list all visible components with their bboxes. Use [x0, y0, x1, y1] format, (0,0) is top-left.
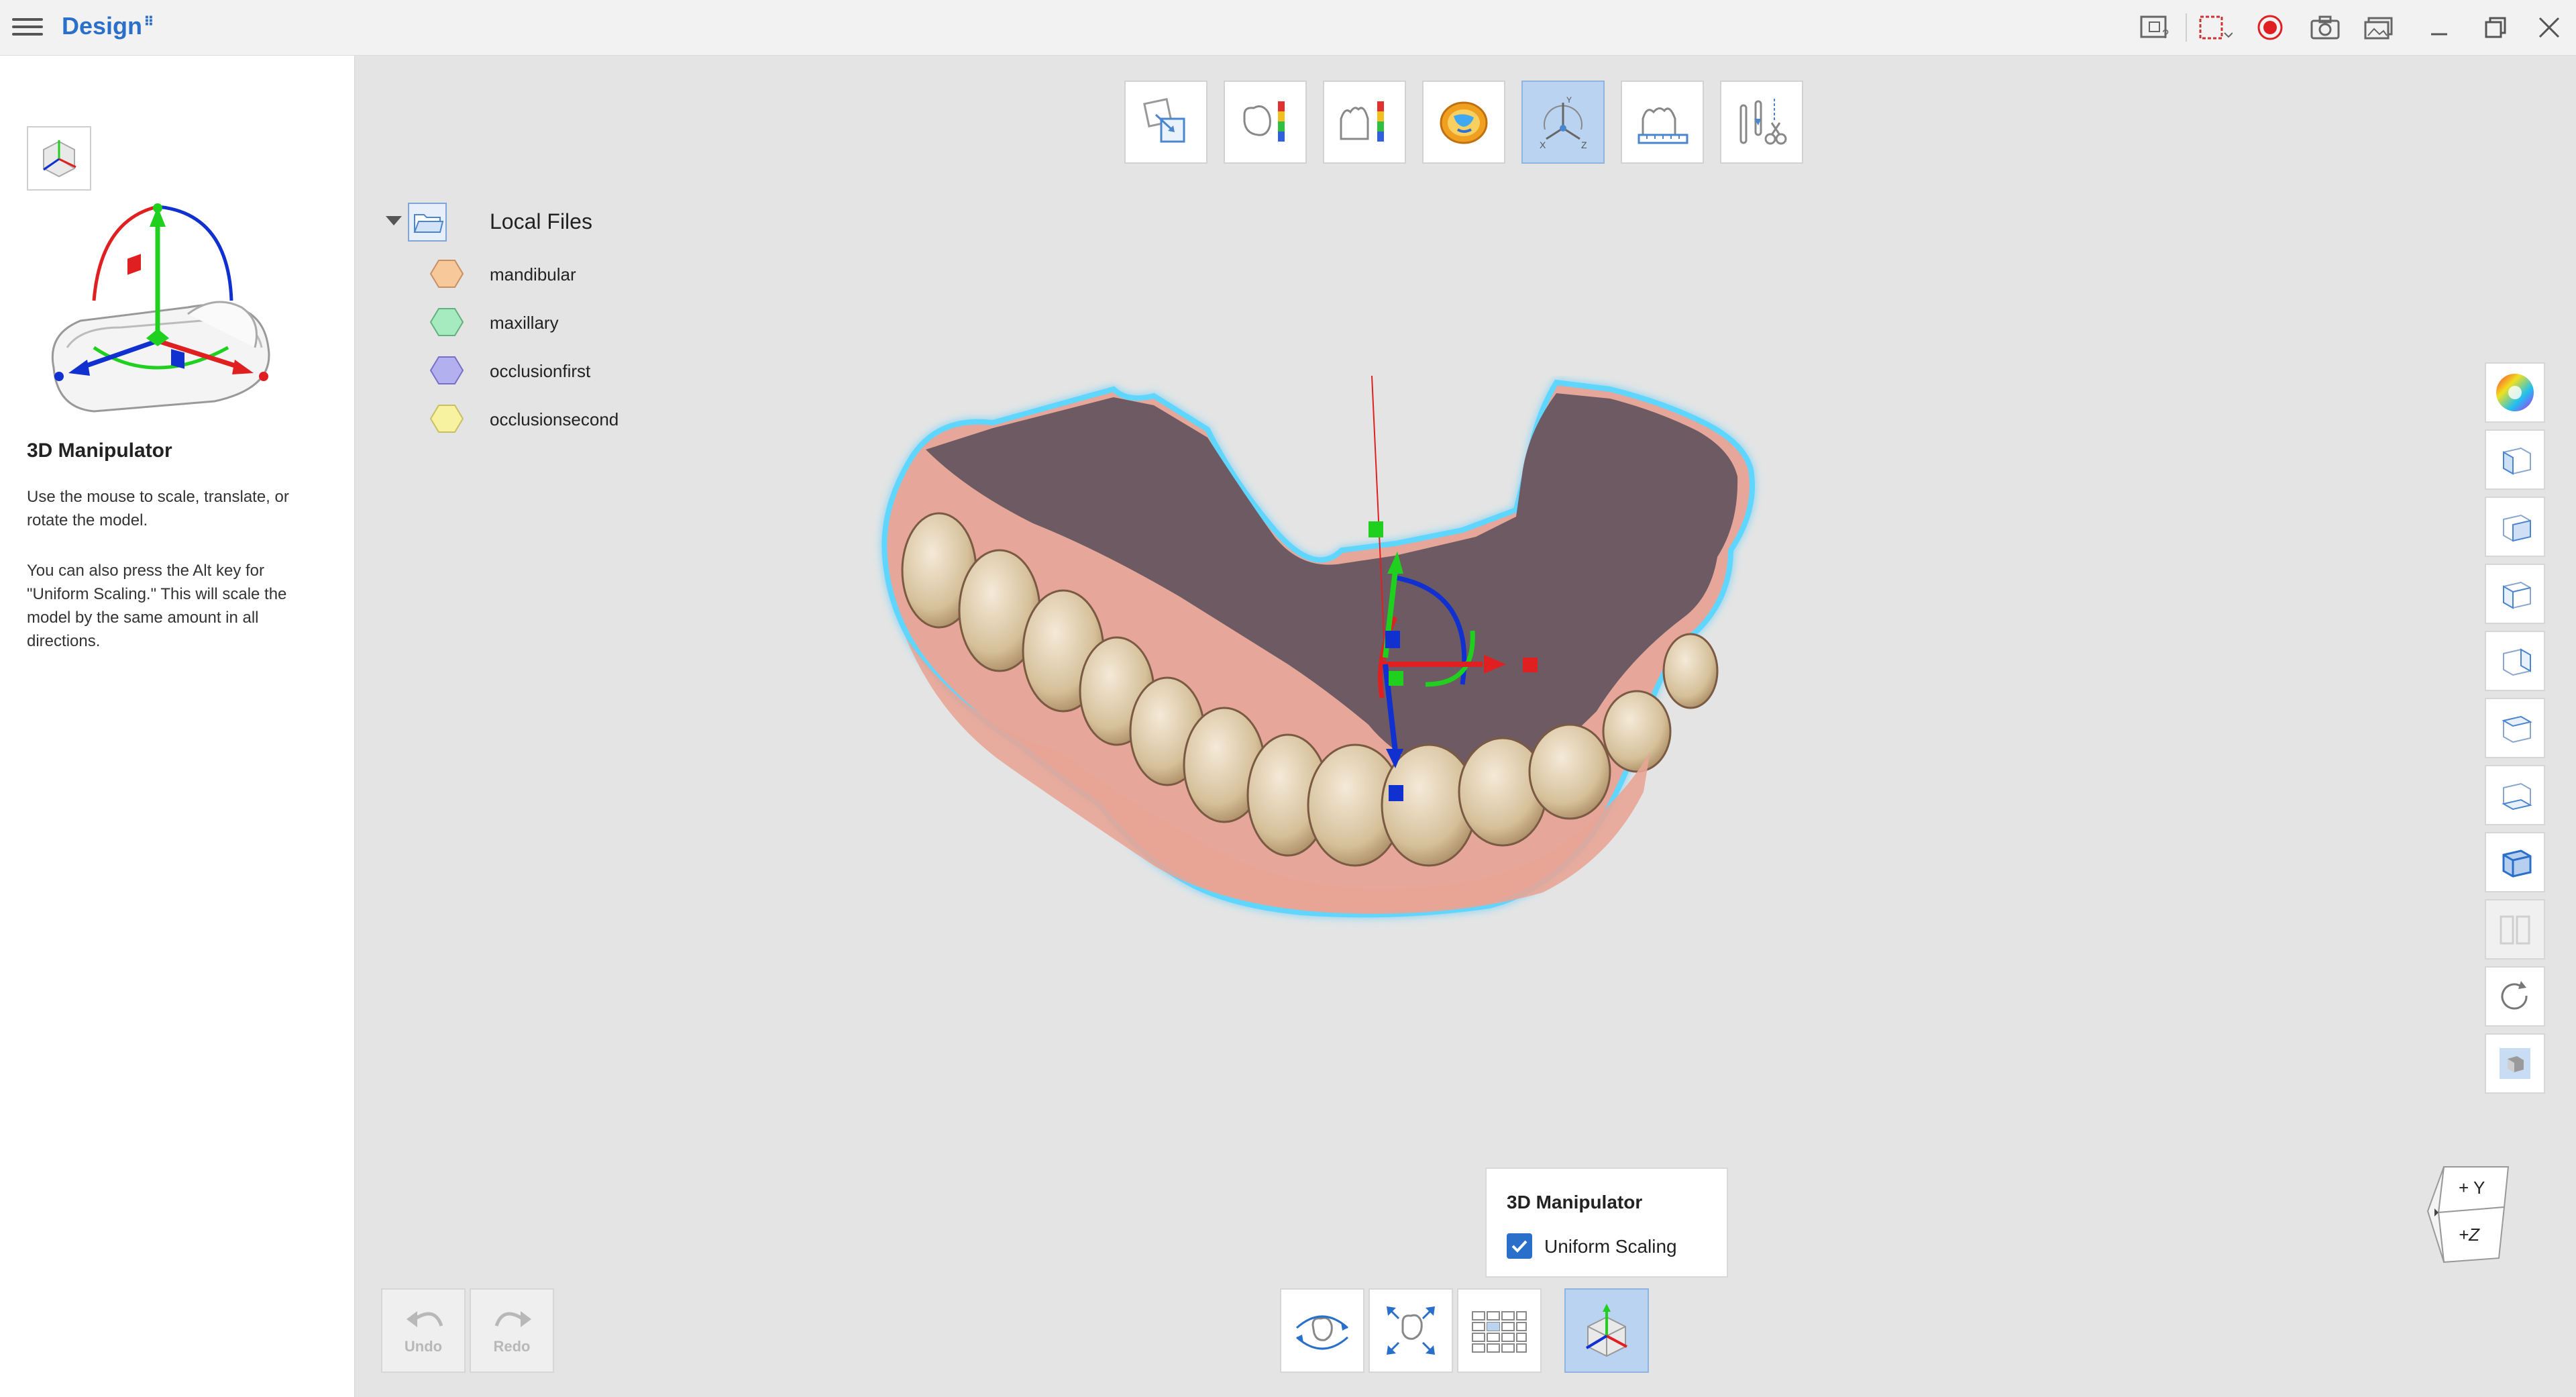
occlusion-map-icon	[1440, 101, 1488, 144]
hexagon-icon	[429, 356, 464, 384]
orient-bottom-label: +Z	[2459, 1225, 2480, 1245]
view-left-button[interactable]	[2485, 564, 2545, 624]
measure-icon	[1638, 107, 1688, 144]
cube-right-icon	[2503, 648, 2531, 676]
align-icon	[1143, 98, 1185, 143]
left-info-panel: 3D Manipulator Use the mouse to scale, t…	[0, 56, 355, 1397]
redo-icon	[494, 1311, 531, 1327]
trim-scissors-icon	[1739, 99, 1787, 145]
deviation-map-icon	[1340, 101, 1384, 142]
3d-manipulator-icon: X Z Y	[1540, 95, 1587, 150]
svg-text:X: X	[1540, 140, 1546, 150]
close-icon[interactable]	[2530, 11, 2568, 44]
title-bar: Design ⠿ ?	[0, 0, 2576, 56]
view-bottom-button[interactable]	[2485, 765, 2545, 825]
panel-title: 3D Manipulator	[27, 439, 172, 462]
cube-top-icon	[2502, 715, 2532, 743]
app-badge: ⠿	[144, 15, 154, 30]
measure-tool-button[interactable]	[1621, 81, 1704, 164]
color-wheel-button[interactable]	[2485, 362, 2545, 423]
manipulator-cube-icon	[1585, 1304, 1627, 1357]
hexagon-icon	[429, 260, 464, 288]
svg-text:?: ?	[2162, 28, 2169, 41]
fit-view-button[interactable]	[1368, 1288, 1453, 1373]
split-view-icon	[2500, 915, 2530, 945]
orientation-cube[interactable]: + Y +Z	[2425, 1164, 2512, 1265]
undo-icon	[407, 1311, 443, 1327]
reset-view-button[interactable]	[2485, 966, 2545, 1027]
hamburger-menu-icon[interactable]	[12, 13, 43, 42]
cube-front-icon	[2503, 447, 2531, 475]
redo-label: Redo	[493, 1338, 531, 1355]
fit-view-icon	[1387, 1306, 1435, 1355]
help-icon[interactable]: ?	[2137, 11, 2175, 44]
thickness-map-tool-button[interactable]	[1224, 81, 1307, 164]
dental-model-viewport[interactable]	[859, 376, 1778, 960]
checkmark-icon	[1511, 1240, 1527, 1253]
tree-collapse-toggle[interactable]	[386, 216, 402, 225]
occlusion-map-tool-button[interactable]	[1422, 81, 1505, 164]
gallery-icon[interactable]	[2360, 11, 2398, 44]
cube-bottom-icon	[2502, 782, 2532, 811]
tree-item-label: maxillary	[490, 313, 559, 333]
hexagon-icon	[429, 308, 464, 336]
align-tool-button[interactable]	[1124, 81, 1208, 164]
orient-top-label: + Y	[2459, 1178, 2485, 1198]
3d-manipulator-toggle-button[interactable]	[1564, 1288, 1649, 1373]
popup-title: 3D Manipulator	[1507, 1192, 1643, 1212]
refresh-icon	[2501, 981, 2528, 1010]
camera-icon[interactable]	[2306, 11, 2344, 44]
tree-item-label: occlusionsecond	[490, 409, 619, 429]
rotate-view-icon	[1296, 1315, 1348, 1350]
grid-icon	[1472, 1311, 1527, 1353]
view-back-button[interactable]	[2485, 497, 2545, 557]
undo-label: Undo	[404, 1338, 443, 1355]
deviation-map-tool-button[interactable]	[1323, 81, 1406, 164]
undo-button[interactable]: Undo	[381, 1288, 466, 1373]
manipulator-illustration-icon	[51, 203, 270, 413]
panel-description-alt: You can also press the Alt key for "Unif…	[27, 562, 287, 650]
grid-view-button[interactable]	[1457, 1288, 1542, 1373]
tree-root-label[interactable]: Local Files	[490, 209, 592, 234]
thickness-map-icon	[1243, 101, 1285, 142]
redo-button[interactable]: Redo	[470, 1288, 554, 1373]
split-view-button[interactable]	[2485, 899, 2545, 960]
3d-manipulator-tool-button[interactable]: X Z Y	[1521, 81, 1605, 164]
record-icon[interactable]	[2251, 11, 2289, 44]
capture-region-icon[interactable]	[2196, 11, 2234, 44]
rotate-view-button[interactable]	[1280, 1288, 1364, 1373]
titlebar-separator	[2186, 13, 2187, 42]
svg-text:Y: Y	[1566, 95, 1572, 105]
shaded-cube-icon	[2500, 1048, 2530, 1079]
hexagon-icon	[429, 405, 464, 433]
color-wheel-icon	[2496, 374, 2534, 411]
uniform-scaling-checkbox[interactable]	[1507, 1233, 1532, 1259]
svg-text:Z: Z	[1581, 140, 1587, 150]
view-right-button[interactable]	[2485, 631, 2545, 691]
view-perspective-button[interactable]	[2485, 832, 2545, 892]
restore-icon[interactable]	[2477, 11, 2514, 44]
tree-item-label: occlusionfirst	[490, 361, 591, 381]
panel-description: Use the mouse to scale, translate, or ro…	[27, 488, 289, 529]
trim-tool-button[interactable]	[1720, 81, 1803, 164]
tree-item-label: mandibular	[490, 264, 576, 284]
view-top-button[interactable]	[2485, 698, 2545, 758]
cube-left-icon	[2503, 581, 2531, 609]
model-shading-button[interactable]	[2485, 1033, 2545, 1094]
minimize-icon[interactable]	[2420, 11, 2458, 44]
manipulator-options-popup: 3D Manipulator Uniform Scaling	[1485, 1168, 1728, 1278]
folder-icon[interactable]	[408, 203, 447, 242]
cube-solid-icon	[2502, 849, 2532, 878]
uniform-scaling-label[interactable]: Uniform Scaling	[1544, 1236, 1677, 1257]
view-front-button[interactable]	[2485, 429, 2545, 490]
app-title: Design	[62, 12, 143, 40]
cube-back-icon	[2503, 514, 2531, 542]
